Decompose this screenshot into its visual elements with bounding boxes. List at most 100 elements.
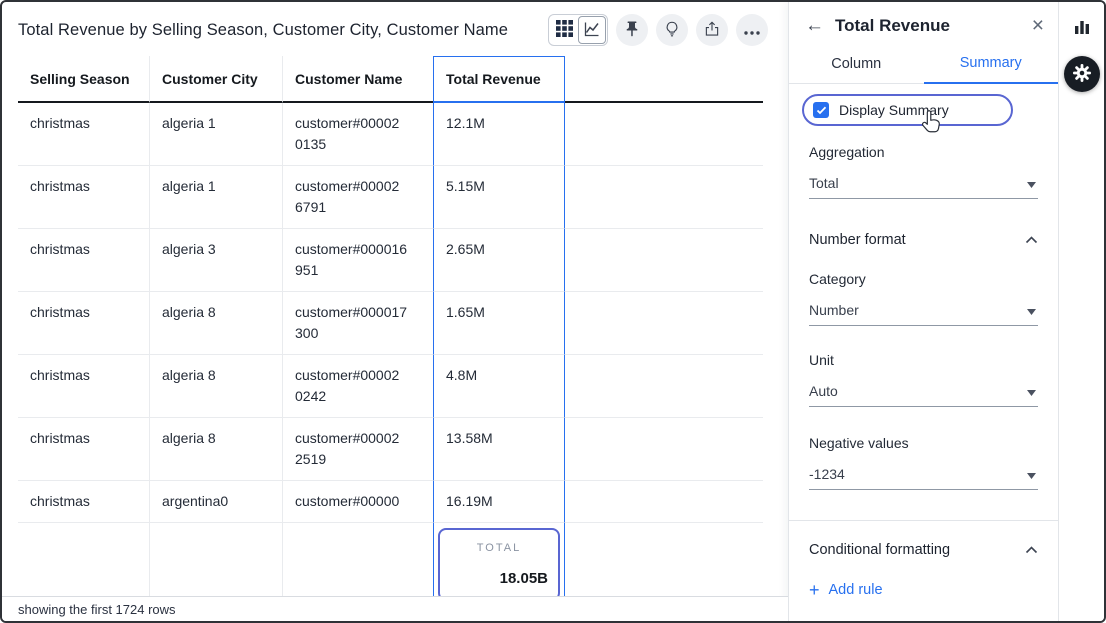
cell[interactable]: christmas (18, 481, 150, 523)
cell[interactable]: christmas (18, 229, 150, 292)
cell-empty (283, 523, 433, 607)
table-total-row: TOTAL 18.05B (18, 523, 763, 607)
conditional-formatting-title: Conditional formatting (809, 542, 950, 558)
cell[interactable]: customer#00002 0135 (283, 103, 433, 166)
answer-toolbar (548, 14, 772, 46)
table-header-row: Selling Season Customer City Customer Na… (18, 56, 763, 103)
tab-column[interactable]: Column (789, 45, 924, 83)
cell[interactable]: christmas (18, 418, 150, 481)
results-table-container: Selling Season Customer City Customer Na… (2, 56, 788, 607)
chevron-up-icon[interactable] (1025, 231, 1038, 249)
display-summary-label[interactable]: Display Summary (839, 102, 949, 118)
caret-down-icon (1027, 175, 1036, 191)
chevron-up-icon[interactable] (1025, 541, 1038, 559)
cell-empty (565, 103, 763, 166)
column-header-customer-name[interactable]: Customer Name (283, 56, 433, 103)
right-rail (1058, 2, 1104, 621)
gear-icon (1072, 63, 1092, 86)
cell-empty (150, 523, 283, 607)
cell[interactable]: christmas (18, 103, 150, 166)
cell-empty (565, 418, 763, 481)
aggregation-select[interactable]: Total (809, 169, 1038, 199)
insights-button[interactable] (656, 14, 688, 46)
column-header-selling-season[interactable]: Selling Season (18, 56, 150, 103)
total-summary-cell[interactable]: TOTAL 18.05B (433, 523, 565, 607)
cell[interactable]: customer#000016 951 (283, 229, 433, 292)
chart-config-button[interactable] (1073, 18, 1091, 39)
display-summary-checkbox[interactable] (813, 102, 829, 118)
negative-values-select[interactable]: -1234 (809, 460, 1038, 490)
table-row: christmas algeria 8 customer#00002 0242 … (18, 355, 763, 418)
chart-view-button[interactable] (578, 16, 606, 44)
table-row: christmas argentina0 customer#00000 16.1… (18, 481, 763, 523)
caret-down-icon (1027, 466, 1036, 482)
table-row: christmas algeria 1 customer#00002 6791 … (18, 166, 763, 229)
cell-total-revenue[interactable]: 13.58M (433, 418, 565, 481)
cell-total-revenue[interactable]: 4.8M (433, 355, 565, 418)
cell-total-revenue[interactable]: 1.65M (433, 292, 565, 355)
cell[interactable]: customer#00002 6791 (283, 166, 433, 229)
cell[interactable]: christmas (18, 355, 150, 418)
back-arrow-icon[interactable]: ← (805, 16, 824, 35)
cell-empty (565, 523, 763, 607)
table-row: christmas algeria 8 customer#000017 300 … (18, 292, 763, 355)
cell-empty (565, 292, 763, 355)
add-rule-label: Add rule (829, 582, 883, 598)
page-title: Total Revenue by Selling Season, Custome… (18, 21, 508, 40)
cell[interactable]: algeria 8 (150, 355, 283, 418)
cell[interactable]: customer#00002 2519 (283, 418, 433, 481)
cell-empty (565, 166, 763, 229)
cell-empty (565, 355, 763, 418)
table-row: christmas algeria 1 customer#00002 0135 … (18, 103, 763, 166)
view-toggle-group (548, 14, 608, 46)
add-rule-button[interactable]: + Add rule (809, 581, 883, 599)
category-label: Category (809, 271, 1038, 287)
check-icon (816, 106, 827, 115)
cell-total-revenue[interactable]: 16.19M (433, 481, 565, 523)
cell[interactable]: christmas (18, 292, 150, 355)
cell[interactable]: algeria 3 (150, 229, 283, 292)
cell-total-revenue[interactable]: 12.1M (433, 103, 565, 166)
cell[interactable]: algeria 8 (150, 292, 283, 355)
unit-select[interactable]: Auto (809, 377, 1038, 407)
table-row: christmas algeria 3 customer#000016 951 … (18, 229, 763, 292)
cell[interactable]: customer#00002 0242 (283, 355, 433, 418)
column-header-total-revenue[interactable]: Total Revenue (433, 56, 565, 103)
number-format-section-header[interactable]: Number format (809, 231, 1038, 249)
ellipsis-icon (744, 23, 760, 38)
column-header-customer-city[interactable]: Customer City (150, 56, 283, 103)
tab-summary[interactable]: Summary (924, 45, 1059, 84)
table-grid-icon (556, 20, 573, 40)
conditional-formatting-section-header[interactable]: Conditional formatting (809, 541, 1038, 559)
results-table: Selling Season Customer City Customer Na… (18, 56, 763, 607)
cell[interactable]: algeria 1 (150, 166, 283, 229)
share-button[interactable] (696, 14, 728, 46)
cell[interactable]: customer#000017 300 (283, 292, 433, 355)
unit-value: Auto (809, 383, 838, 399)
cell[interactable]: algeria 1 (150, 103, 283, 166)
negative-values-value: -1234 (809, 466, 845, 482)
table-view-button[interactable] (550, 16, 578, 44)
panel-header: ← Total Revenue × (789, 2, 1058, 45)
app-window: Total Revenue by Selling Season, Custome… (0, 0, 1106, 623)
section-divider (789, 520, 1058, 521)
cell[interactable]: christmas (18, 166, 150, 229)
cell[interactable]: argentina0 (150, 481, 283, 523)
column-settings-panel: ← Total Revenue × Column Summary Display… (788, 2, 1058, 621)
category-select[interactable]: Number (809, 296, 1038, 326)
pin-button[interactable] (616, 14, 648, 46)
close-icon[interactable]: × (1032, 15, 1044, 36)
cell-total-revenue[interactable]: 5.15M (433, 166, 565, 229)
answer-header: Total Revenue by Selling Season, Custome… (2, 2, 788, 56)
category-value: Number (809, 302, 859, 318)
main-area: Total Revenue by Selling Season, Custome… (2, 2, 788, 621)
plus-icon: + (809, 581, 820, 599)
cell[interactable]: customer#00000 (283, 481, 433, 523)
cell[interactable]: algeria 8 (150, 418, 283, 481)
settings-button[interactable] (1064, 56, 1100, 92)
panel-title: Total Revenue (835, 16, 1032, 36)
more-options-button[interactable] (736, 14, 768, 46)
negative-values-label: Negative values (809, 435, 1038, 451)
cell-total-revenue[interactable]: 2.65M (433, 229, 565, 292)
display-summary-highlight: Display Summary (802, 94, 1013, 126)
